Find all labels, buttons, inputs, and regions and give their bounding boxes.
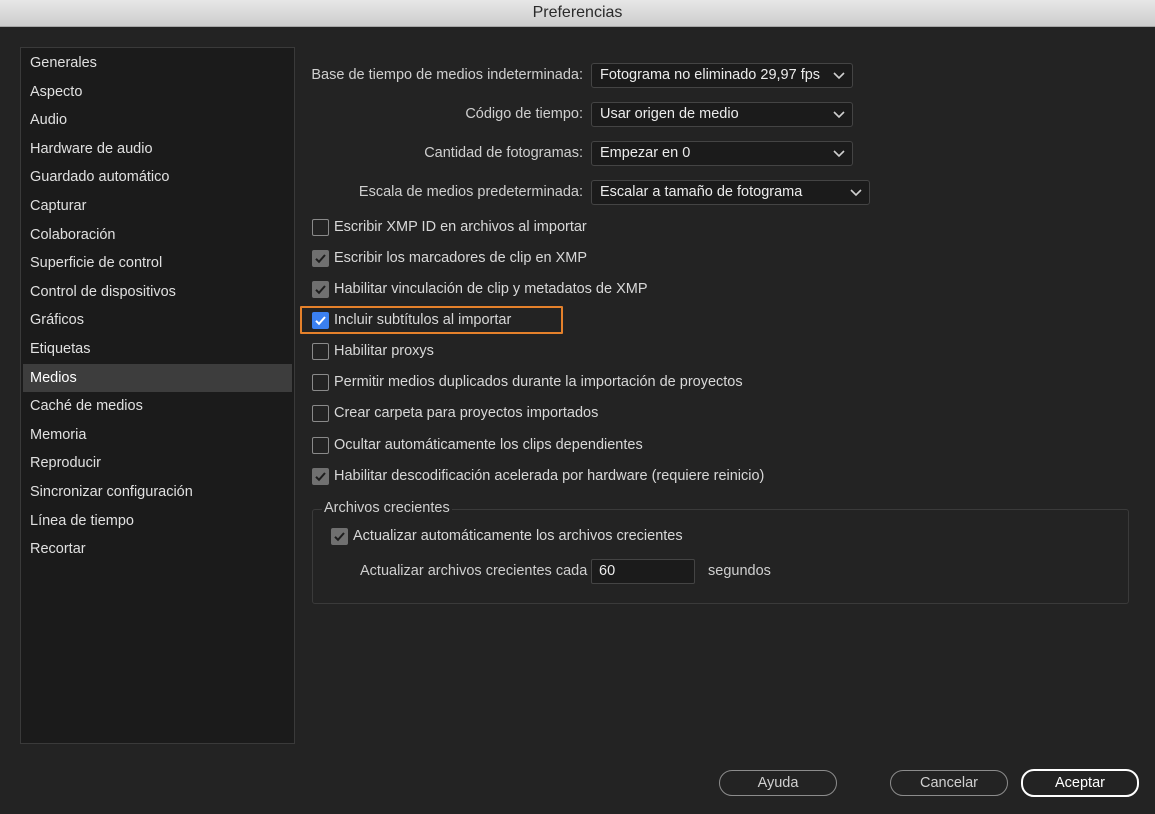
refresh-interval-label: Actualizar archivos crecientes cada xyxy=(360,563,588,579)
preferences-category-list: Generales Aspecto Audio Hardware de audi… xyxy=(20,47,295,744)
timecode-value: Usar origen de medio xyxy=(600,106,739,122)
sidebar-item-etiquetas[interactable]: Etiquetas xyxy=(23,335,292,364)
scale-value: Escalar a tamaño de fotograma xyxy=(600,184,803,200)
enable-proxies-checkbox[interactable] xyxy=(312,342,329,360)
cancel-button[interactable]: Cancelar xyxy=(890,770,1008,796)
sidebar-item-capturar[interactable]: Capturar xyxy=(23,192,292,221)
write-xmp-id-checkbox[interactable] xyxy=(312,218,329,236)
scale-label: Escala de medios predeterminada: xyxy=(358,184,583,200)
checkbox-label: Habilitar descodificación acelerada por … xyxy=(334,468,765,484)
checkbox-row-hide-dependent-clips[interactable]: Ocultar automáticamente los clips depend… xyxy=(312,434,643,456)
frame-count-label: Cantidad de fotogramas: xyxy=(424,145,583,161)
frame-count-select[interactable]: Empezar en 0 xyxy=(591,141,853,166)
timecode-select[interactable]: Usar origen de medio xyxy=(591,102,853,127)
checkbox-label: Actualizar automáticamente los archivos … xyxy=(353,528,683,544)
chevron-down-icon xyxy=(832,145,846,161)
create-folder-checkbox[interactable] xyxy=(312,404,329,422)
sidebar-item-cache-medios[interactable]: Caché de medios xyxy=(23,392,292,421)
checkbox-label: Escribir los marcadores de clip en XMP xyxy=(334,250,588,266)
hw-decoding-checkbox[interactable] xyxy=(312,467,329,485)
checkmark-icon xyxy=(334,531,345,541)
duplicate-media-checkbox[interactable] xyxy=(312,373,329,391)
checkbox-label: Permitir medios duplicados durante la im… xyxy=(334,374,743,390)
sidebar-item-guardado-automatico[interactable]: Guardado automático xyxy=(23,163,292,192)
checkbox-row-hw-decoding[interactable]: Habilitar descodificación acelerada por … xyxy=(312,465,764,487)
checkbox-label: Incluir subtítulos al importar xyxy=(334,312,512,328)
checkbox-label: Ocultar automáticamente los clips depend… xyxy=(334,437,643,453)
checkbox-row-create-folder[interactable]: Crear carpeta para proyectos importados xyxy=(312,402,598,424)
sidebar-item-medios[interactable]: Medios xyxy=(23,363,292,393)
checkmark-icon xyxy=(315,471,326,481)
checkmark-icon xyxy=(315,315,326,325)
checkbox-row-include-captions[interactable]: Incluir subtítulos al importar xyxy=(312,309,511,331)
help-button[interactable]: Ayuda xyxy=(719,770,837,796)
checkbox-row-clip-metadata-link[interactable]: Habilitar vinculación de clip y metadato… xyxy=(312,278,648,300)
timecode-label: Código de tiempo: xyxy=(465,106,583,122)
sidebar-item-linea-tiempo[interactable]: Línea de tiempo xyxy=(23,507,292,536)
growing-files-group xyxy=(312,509,1129,604)
chevron-down-icon xyxy=(849,184,863,200)
checkbox-label: Habilitar proxys xyxy=(334,343,434,359)
checkbox-row-duplicate-media[interactable]: Permitir medios duplicados durante la im… xyxy=(312,371,743,393)
sidebar-item-hardware-audio[interactable]: Hardware de audio xyxy=(23,135,292,164)
sidebar-item-control-dispositivos[interactable]: Control de dispositivos xyxy=(23,278,292,307)
checkbox-label: Crear carpeta para proyectos importados xyxy=(334,405,599,421)
sidebar-item-recortar[interactable]: Recortar xyxy=(23,535,292,564)
chevron-down-icon xyxy=(832,106,846,122)
accept-button[interactable]: Aceptar xyxy=(1021,769,1139,797)
checkbox-row-auto-update-growing[interactable]: Actualizar automáticamente los archivos … xyxy=(331,525,683,547)
chevron-down-icon xyxy=(832,67,846,83)
include-captions-checkbox[interactable] xyxy=(312,311,329,329)
checkbox-row-write-xmp-id[interactable]: Escribir XMP ID en archivos al importar xyxy=(312,216,587,238)
sidebar-item-superficie-control[interactable]: Superficie de control xyxy=(23,249,292,278)
hide-dependent-clips-checkbox[interactable] xyxy=(312,436,329,454)
window-title-bar: Preferencias xyxy=(0,0,1155,27)
checkbox-label: Habilitar vinculación de clip y metadato… xyxy=(334,281,648,297)
checkmark-icon xyxy=(315,253,326,263)
clip-metadata-link-checkbox[interactable] xyxy=(312,280,329,298)
growing-files-title: Archivos crecientes xyxy=(322,500,452,516)
sidebar-item-graficos[interactable]: Gráficos xyxy=(23,306,292,335)
refresh-interval-input[interactable]: 60 xyxy=(591,559,695,584)
checkmark-icon xyxy=(315,284,326,294)
refresh-interval-unit: segundos xyxy=(708,563,771,579)
sidebar-item-colaboracion[interactable]: Colaboración xyxy=(23,221,292,250)
sidebar-item-generales[interactable]: Generales xyxy=(23,49,292,78)
timebase-select[interactable]: Fotograma no eliminado 29,97 fps xyxy=(591,63,853,88)
checkbox-row-clip-markers-xmp[interactable]: Escribir los marcadores de clip en XMP xyxy=(312,247,587,269)
clip-markers-xmp-checkbox[interactable] xyxy=(312,249,329,267)
sidebar-item-aspecto[interactable]: Aspecto xyxy=(23,78,292,107)
sidebar-item-audio[interactable]: Audio xyxy=(23,106,292,135)
sidebar-item-memoria[interactable]: Memoria xyxy=(23,421,292,450)
frame-count-value: Empezar en 0 xyxy=(600,145,691,161)
checkbox-label: Escribir XMP ID en archivos al importar xyxy=(334,219,587,235)
checkbox-row-enable-proxies[interactable]: Habilitar proxys xyxy=(312,340,434,362)
sidebar-item-reproducir[interactable]: Reproducir xyxy=(23,449,292,478)
sidebar-item-sincronizar[interactable]: Sincronizar configuración xyxy=(23,478,292,507)
scale-select[interactable]: Escalar a tamaño de fotograma xyxy=(591,180,870,205)
timebase-value: Fotograma no eliminado 29,97 fps xyxy=(600,67,821,83)
timebase-label: Base de tiempo de medios indeterminada: xyxy=(311,67,583,83)
window-title: Preferencias xyxy=(532,4,623,21)
auto-update-growing-checkbox[interactable] xyxy=(331,527,348,545)
